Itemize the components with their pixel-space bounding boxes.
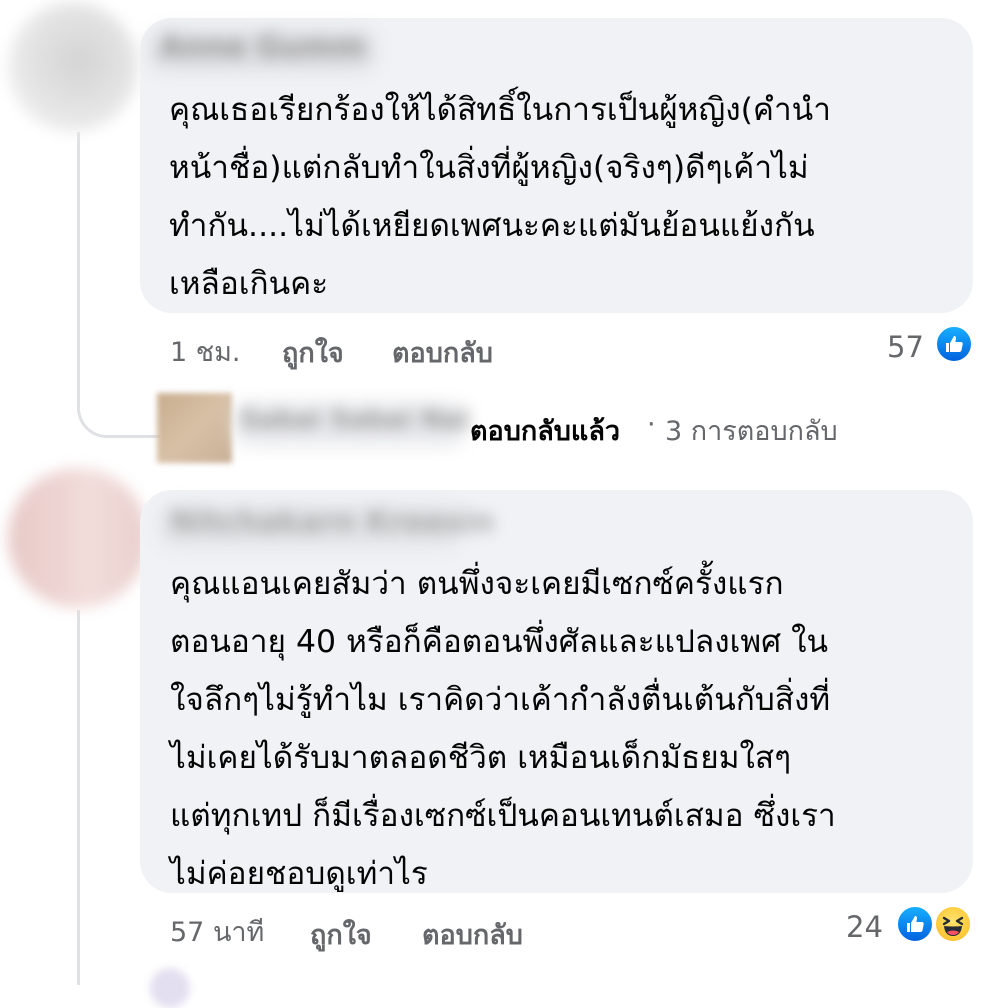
author-name[interactable]: Nitchakarn Kreesin [170,505,494,540]
comment-line: เหลือเกินคะ [169,266,329,302]
comment-timestamp[interactable]: 57 นาที [170,910,264,953]
author-name[interactable]: Anne Gumm [160,30,365,65]
avatar[interactable] [8,468,148,608]
comment-text: คุณแอนเคยสัมว่า ตนพึ่งจะเคยมีเซกซ์ครั้งแ… [170,555,836,903]
reply-button[interactable]: ตอบกลับ [422,913,523,956]
comment-line: ตอนอายุ 40 หรือก็คือตอนพึ่งศัลและแปลงเพศ… [170,624,829,660]
reply-button[interactable]: ตอบกลับ [392,331,493,374]
reaction-count[interactable]: 24 [846,910,883,944]
like-button[interactable]: ถูกใจ [282,331,344,374]
avatar[interactable] [8,2,138,132]
comment-timestamp[interactable]: 1 ชม. [170,330,240,373]
thread-line-curve [77,395,160,438]
like-icon [896,905,934,943]
reply-avatar[interactable] [157,393,232,463]
haha-icon [934,905,972,943]
like-button[interactable]: ถูกใจ [310,913,372,956]
thread-line-vertical-2 [77,610,80,985]
comment-line: แต่ทุกเทป ก็มีเรื่องเซกซ์เป็นคอนเทนต์เสม… [170,798,836,834]
replies-separator: · [647,409,656,440]
comment-line: ทำกัน....ไม่ได้เหยียดเพศนะคะแต่มันย้อนแย… [169,208,815,244]
comment-line: คุณเธอเรียกร้องให้ได้สิทธิ์ในการเป็นผู้ห… [169,92,831,128]
comment-text: คุณเธอเรียกร้องให้ได้สิทธิ์ในการเป็นผู้ห… [169,81,831,313]
comment-line: ใจลึกๆไม่รู้ทำไม เราคิดว่าเค้ากำลังตื่นเ… [170,682,831,718]
comment-line: คุณแอนเคยสัมว่า ตนพึ่งจะเคยมีเซกซ์ครั้งแ… [170,566,784,602]
like-icon [935,325,973,363]
replies-count[interactable]: 3 การตอบกลับ [665,409,838,452]
next-comment-avatar[interactable] [150,968,190,1008]
reply-author-name[interactable]: Sabai Sabai Nai [240,405,469,435]
reaction-count[interactable]: 57 [887,330,924,364]
comment-line: ไม่ค่อยชอบดูเท่าไร [170,856,428,892]
thread-line-vertical [77,132,80,402]
comment-line: ไม่เคยได้รับมาตลอดชีวิต เหมือนเด็กมัธยมใ… [170,740,792,776]
replied-label[interactable]: ตอบกลับแล้ว [470,409,620,452]
comment-line: หน้าชื่อ)แต่กลับทำในสิ่งที่ผู้หญิง(จริงๆ… [169,150,809,186]
